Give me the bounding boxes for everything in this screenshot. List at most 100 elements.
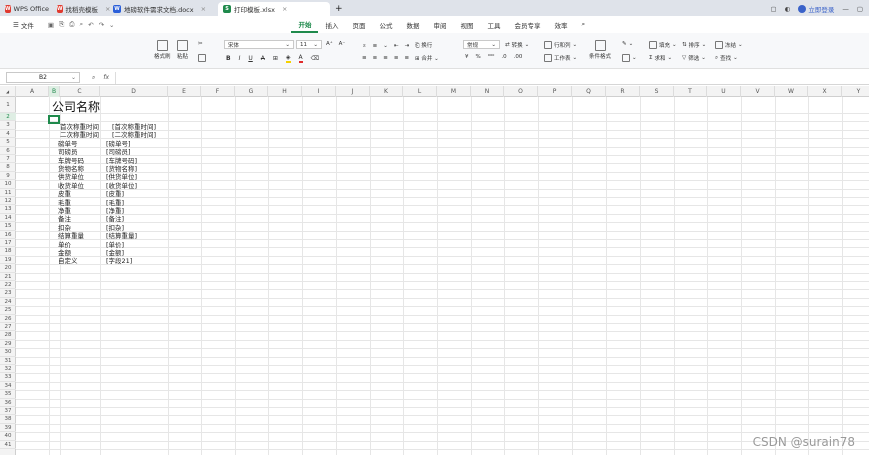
distribute-icon[interactable]: ≡ xyxy=(404,55,409,61)
column-header-M[interactable]: M xyxy=(437,86,471,97)
row-header-16[interactable]: 16 xyxy=(0,231,16,239)
menu-tab-1[interactable]: 插入 xyxy=(318,16,345,33)
increase-font-icon[interactable]: A⁺ xyxy=(326,41,333,47)
menu-tab-8[interactable]: 会员专享 xyxy=(507,16,547,33)
row-header-23[interactable]: 23 xyxy=(0,289,16,298)
row-header-6[interactable]: 6 xyxy=(0,147,16,155)
new-tab-button[interactable]: + xyxy=(330,2,348,16)
bold-button[interactable]: B xyxy=(226,55,231,62)
underline-button[interactable]: U xyxy=(248,55,252,62)
currency-icon[interactable]: ¥ xyxy=(465,54,469,60)
align-left-icon[interactable]: ≡ xyxy=(362,55,367,61)
column-header-U[interactable]: U xyxy=(707,86,741,97)
indent-decrease-icon[interactable]: ⇤ xyxy=(394,43,399,49)
column-header-K[interactable]: K xyxy=(370,86,403,97)
column-header-I[interactable]: I xyxy=(302,86,336,97)
wrap-button[interactable]: ⎗ 换行 xyxy=(415,41,432,50)
freeze-button[interactable]: 冻结 ⌄ xyxy=(715,41,743,49)
menu-tab-3[interactable]: 公式 xyxy=(372,16,399,33)
percent-icon[interactable]: % xyxy=(476,54,481,60)
table-style-button[interactable]: ⌄ xyxy=(622,54,637,62)
select-all-corner[interactable]: ◢ xyxy=(0,86,16,97)
fx-icon[interactable]: fx xyxy=(103,74,109,82)
close-icon[interactable]: × xyxy=(282,5,287,13)
close-icon[interactable]: × xyxy=(201,5,206,13)
row-header-33[interactable]: 33 xyxy=(0,373,16,382)
row-header-8[interactable]: 8 xyxy=(0,163,16,172)
company-name-cell[interactable]: 公司名称 xyxy=(52,98,100,115)
thousands-icon[interactable]: ⁰⁰⁰ xyxy=(488,54,495,60)
export-pdf-icon[interactable]: ⎘ xyxy=(59,20,64,29)
zoom-icon[interactable]: ⌕ xyxy=(92,74,95,82)
skin-icon[interactable]: ◐ xyxy=(785,5,791,13)
column-header-N[interactable]: N xyxy=(471,86,504,97)
sum-button[interactable]: Σ 求和 ⌄ xyxy=(649,54,672,62)
undo-icon[interactable]: ↶ xyxy=(88,21,93,29)
row-header-21[interactable]: 21 xyxy=(0,273,16,281)
row-header-14[interactable]: 14 xyxy=(0,214,16,223)
menu-tab-5[interactable]: 审阅 xyxy=(426,16,453,33)
font-size-select[interactable]: 11 ⌄ xyxy=(296,40,322,49)
merge-button[interactable]: ⊞ 合并 ⌄ xyxy=(415,54,439,62)
column-header-G[interactable]: G xyxy=(235,86,268,97)
row-header-41[interactable]: 41 xyxy=(0,441,16,449)
field-placeholder-cell[interactable]: [字段21] xyxy=(106,255,132,265)
login-button[interactable]: 立即登录 xyxy=(798,4,834,14)
redo-icon[interactable]: ↷ xyxy=(99,21,104,29)
row-header-5[interactable]: 5 xyxy=(0,138,16,147)
format-painter-button[interactable]: 格式刷 xyxy=(154,40,171,60)
worksheet-button[interactable]: 工作表 ⌄ xyxy=(544,54,577,62)
row-header-26[interactable]: 26 xyxy=(0,315,16,323)
increase-decimal-icon[interactable]: .0 xyxy=(501,54,506,60)
row-header-40[interactable]: 40 xyxy=(0,432,16,441)
menu-tab-4[interactable]: 数据 xyxy=(399,16,426,33)
filter-button[interactable]: ▽ 筛选 ⌄ xyxy=(682,54,706,62)
column-header-J[interactable]: J xyxy=(336,86,370,97)
row-header-37[interactable]: 37 xyxy=(0,407,16,416)
row-header-28[interactable]: 28 xyxy=(0,331,16,340)
layout-icon[interactable]: ▢ xyxy=(771,5,777,13)
name-box[interactable]: B2 ⌄ xyxy=(6,72,80,83)
tab-3[interactable]: S 打印模板.xlsx × xyxy=(218,2,330,16)
row-header-4[interactable]: 4 xyxy=(0,130,16,139)
column-header-W[interactable]: W xyxy=(775,86,808,97)
row-header-34[interactable]: 34 xyxy=(0,382,16,391)
row-header-2[interactable]: 2 xyxy=(0,113,16,122)
row-header-1[interactable]: 1 xyxy=(0,97,16,113)
row-header-27[interactable]: 27 xyxy=(0,323,16,332)
find-button[interactable]: ⌕ 查找 ⌄ xyxy=(715,54,738,63)
save-icon[interactable]: ▣ xyxy=(48,21,54,29)
column-header-P[interactable]: P xyxy=(538,86,572,97)
row-header-7[interactable]: 7 xyxy=(0,155,16,164)
fill-color-icon[interactable]: ◈ xyxy=(285,54,291,63)
menu-tab-7[interactable]: 工具 xyxy=(480,16,507,33)
field-label-cell[interactable]: 自定义 xyxy=(58,255,78,265)
row-header-31[interactable]: 31 xyxy=(0,357,16,365)
column-header-Y[interactable]: Y xyxy=(842,86,869,97)
row-header-17[interactable]: 17 xyxy=(0,239,16,248)
row-header-38[interactable]: 38 xyxy=(0,415,16,424)
fill-button[interactable]: 填充 ⌄ xyxy=(649,41,677,49)
italic-button[interactable]: I xyxy=(239,55,241,62)
row-header-25[interactable]: 25 xyxy=(0,306,16,315)
font-color-icon[interactable]: A xyxy=(298,54,303,63)
indent-increase-icon[interactable]: ⇥ xyxy=(404,43,409,49)
column-header-E[interactable]: E xyxy=(168,86,201,97)
column-header-L[interactable]: L xyxy=(403,86,437,97)
align-middle-icon[interactable]: ≡ xyxy=(373,43,378,49)
menu-tab-6[interactable]: 视图 xyxy=(453,16,480,33)
column-header-O[interactable]: O xyxy=(504,86,538,97)
row-header-9[interactable]: 9 xyxy=(0,172,16,181)
column-header-C[interactable]: C xyxy=(60,86,100,97)
print-preview-icon[interactable]: ⌕ xyxy=(79,20,83,29)
paste-button[interactable]: 粘贴 xyxy=(177,40,188,60)
align-right-icon[interactable]: ≡ xyxy=(383,55,388,61)
copy-button[interactable] xyxy=(198,54,206,62)
decrease-font-icon[interactable]: A⁻ xyxy=(339,41,346,47)
cond-format-button[interactable]: 条件格式 xyxy=(589,40,611,60)
column-header-Q[interactable]: Q xyxy=(572,86,606,97)
strikethrough-button[interactable]: A xyxy=(261,55,265,62)
align-center-icon[interactable]: ≡ xyxy=(373,55,378,61)
rows-cols-button[interactable]: 行和列 ⌄ xyxy=(544,41,577,49)
row-header-29[interactable]: 29 xyxy=(0,340,16,349)
